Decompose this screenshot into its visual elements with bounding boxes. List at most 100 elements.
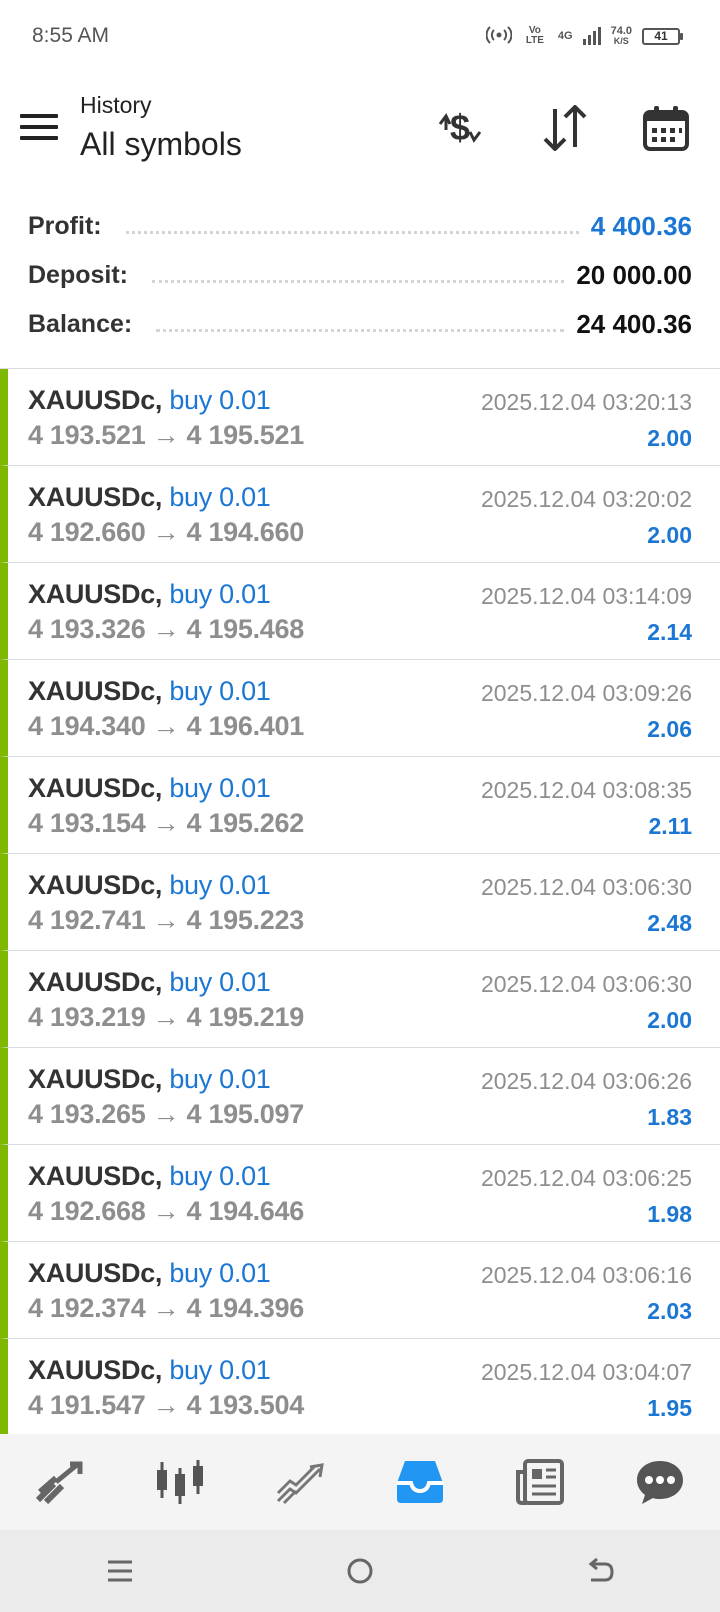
trade-icon[interactable] (268, 1450, 332, 1514)
net-speed: 74.0 K/S (611, 26, 632, 47)
symbol-name: XAUUSDc, (28, 1064, 163, 1094)
symbol-name: XAUUSDc, (28, 870, 163, 900)
trade-list[interactable]: XAUUSDc, buy 0.01 4 193.521 → 4 195.521 20… (0, 368, 720, 1435)
trade-row[interactable]: XAUUSDc, buy 0.01 4 191.547 → 4 193.504 20… (0, 1339, 720, 1435)
trade-prices: 4 194.340 → 4 196.401 (28, 711, 304, 742)
symbol-name: XAUUSDc, (28, 967, 163, 997)
trade-prices: 4 193.521 → 4 195.521 (28, 420, 304, 451)
currency-exchange-icon[interactable]: $ (432, 100, 488, 156)
open-price: 4 193.219 (28, 1002, 146, 1032)
history-icon[interactable] (388, 1450, 452, 1514)
trade-row[interactable]: XAUUSDc, buy 0.01 4 192.660 → 4 194.660 20… (0, 466, 720, 563)
trade-row[interactable]: XAUUSDc, buy 0.01 4 193.326 → 4 195.468 20… (0, 563, 720, 660)
trade-row[interactable]: XAUUSDc, buy 0.01 4 192.741 → 4 195.223 20… (0, 854, 720, 951)
deposit-row: Deposit: 20 000.00 (28, 251, 692, 300)
trade-type: buy 0.01 (169, 579, 271, 609)
open-price: 4 193.154 (28, 808, 146, 838)
close-price: 4 196.401 (186, 711, 305, 741)
page-title[interactable]: All symbols (80, 126, 242, 163)
trade-time: 2025.12.04 03:06:30 (480, 971, 692, 997)
net-speed-unit: K/S (613, 36, 629, 46)
trade-time: 2025.12.04 03:06:25 (480, 1165, 692, 1191)
trade-prices: 4 193.154 → 4 195.262 (28, 808, 304, 839)
trade-time: 2025.12.04 03:06:16 (480, 1262, 692, 1288)
open-price: 4 192.668 (28, 1196, 146, 1226)
sort-icon[interactable] (537, 100, 593, 156)
chat-icon[interactable] (628, 1450, 692, 1514)
arrow-glyph: → (152, 1390, 180, 1420)
symbol-name: XAUUSDc, (28, 1355, 163, 1385)
recent-apps-icon[interactable] (90, 1541, 150, 1601)
dotted-leader (152, 268, 565, 283)
symbol-name: XAUUSDc, (28, 676, 163, 706)
trade-prices: 4 193.326 → 4 195.468 (28, 614, 304, 645)
status-time: 8:55 AM (32, 24, 110, 47)
trade-time: 2025.12.04 03:06:30 (480, 874, 692, 900)
symbol-name: XAUUSDc, (28, 1258, 163, 1288)
trade-row[interactable]: XAUUSDc, buy 0.01 4 194.340 → 4 196.401 20… (0, 660, 720, 757)
menu-icon[interactable] (20, 114, 58, 142)
home-icon[interactable] (330, 1541, 390, 1601)
open-price: 4 192.660 (28, 517, 146, 547)
trade-profit: 1.83 (647, 1104, 692, 1130)
quotes-icon[interactable] (28, 1450, 92, 1514)
profit-value: 4 400.36 (590, 211, 692, 241)
trade-time: 2025.12.04 03:09:26 (480, 680, 692, 706)
profit-label: Profit: (28, 212, 114, 241)
trade-row[interactable]: XAUUSDc, buy 0.01 4 193.219 → 4 195.219 20… (0, 951, 720, 1048)
close-price: 4 194.396 (186, 1293, 305, 1323)
trade-row[interactable]: XAUUSDc, buy 0.01 4 192.374 → 4 194.396 20… (0, 1242, 720, 1339)
trade-symbol: XAUUSDc, buy 0.01 (28, 676, 271, 707)
open-price: 4 191.547 (28, 1390, 146, 1420)
chart-icon[interactable] (148, 1450, 212, 1514)
volte-indicator: Vo LTE (525, 25, 544, 46)
arrow-glyph: → (152, 1293, 180, 1323)
deposit-label: Deposit: (28, 261, 140, 290)
trade-prices: 4 191.547 → 4 193.504 (28, 1390, 304, 1421)
trade-profit: 2.00 (647, 1007, 692, 1033)
bottom-navigation (0, 1434, 720, 1530)
trade-symbol: XAUUSDc, buy 0.01 (28, 773, 271, 804)
trade-row[interactable]: XAUUSDc, buy 0.01 4 193.521 → 4 195.521 20… (0, 369, 720, 466)
trade-row[interactable]: XAUUSDc, buy 0.01 4 193.265 → 4 195.097 20… (0, 1048, 720, 1145)
back-icon[interactable] (570, 1541, 630, 1601)
trade-row[interactable]: XAUUSDc, buy 0.01 4 193.154 → 4 195.262 20… (0, 757, 720, 854)
network-type: 4G (557, 30, 573, 42)
trade-time: 2025.12.04 03:20:13 (480, 389, 692, 415)
trade-profit: 1.95 (647, 1395, 692, 1421)
dotted-leader (156, 317, 565, 332)
arrow-glyph: → (152, 420, 180, 450)
trade-row[interactable]: XAUUSDc, buy 0.01 4 192.668 → 4 194.646 20… (0, 1145, 720, 1242)
trade-type: buy 0.01 (169, 967, 271, 997)
symbol-name: XAUUSDc, (28, 1161, 163, 1191)
trade-symbol: XAUUSDc, buy 0.01 (28, 385, 271, 416)
arrow-glyph: → (152, 1099, 180, 1129)
arrow-glyph: → (152, 1196, 180, 1226)
close-price: 4 195.097 (186, 1099, 305, 1129)
trade-prices: 4 193.265 → 4 195.097 (28, 1099, 304, 1130)
trade-profit: 2.03 (647, 1298, 692, 1324)
trade-type: buy 0.01 (169, 1355, 271, 1385)
trade-symbol: XAUUSDc, buy 0.01 (28, 1064, 271, 1095)
trade-profit: 2.14 (647, 619, 692, 645)
arrow-glyph: → (152, 614, 180, 644)
balance-value: 24 400.36 (576, 309, 692, 339)
trade-time: 2025.12.04 03:04:07 (480, 1359, 692, 1385)
symbol-name: XAUUSDc, (28, 773, 163, 803)
open-price: 4 193.265 (28, 1099, 146, 1129)
trade-time: 2025.12.04 03:06:26 (480, 1068, 692, 1094)
trade-symbol: XAUUSDc, buy 0.01 (28, 1258, 271, 1289)
close-price: 4 194.660 (186, 517, 305, 547)
trade-symbol: XAUUSDc, buy 0.01 (28, 967, 271, 998)
arrow-glyph: → (152, 1002, 180, 1032)
calendar-icon[interactable] (638, 100, 694, 156)
news-icon[interactable] (508, 1450, 572, 1514)
close-price: 4 193.504 (186, 1390, 305, 1420)
trade-type: buy 0.01 (169, 385, 271, 415)
trade-prices: 4 192.660 → 4 194.660 (28, 517, 304, 548)
app-header: History All symbols $ (0, 78, 720, 188)
battery-level: 41 (654, 29, 668, 43)
close-price: 4 195.521 (186, 420, 305, 450)
open-price: 4 193.326 (28, 614, 146, 644)
arrow-glyph: → (152, 905, 180, 935)
